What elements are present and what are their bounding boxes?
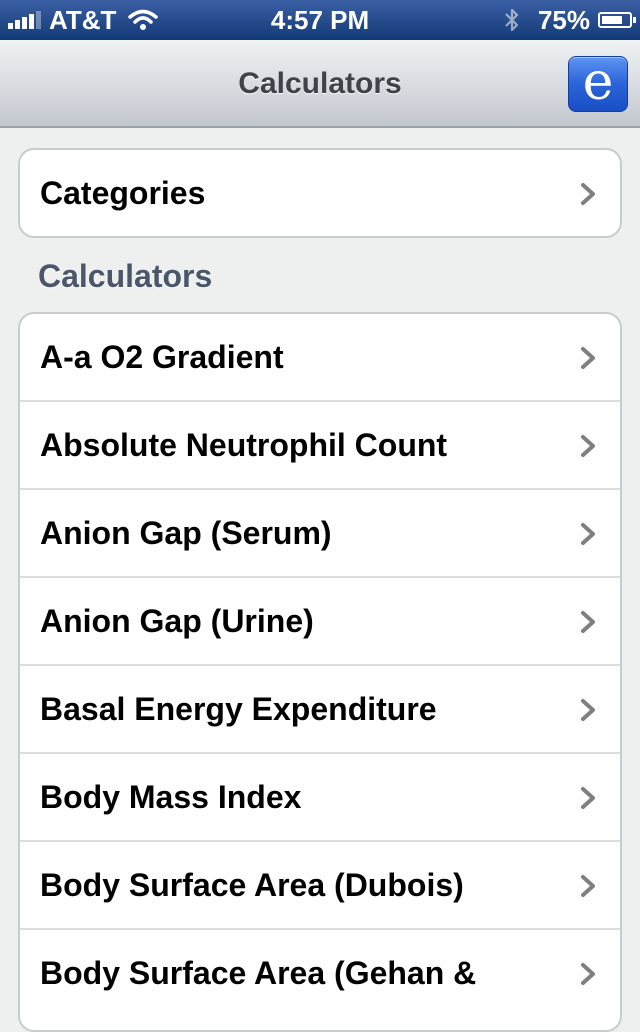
list-item-label: Anion Gap (Serum) bbox=[40, 515, 332, 551]
categories-group: Categories bbox=[18, 148, 622, 238]
e-app-button[interactable]: e bbox=[568, 56, 628, 112]
list-item-label: Body Surface Area (Gehan & bbox=[40, 955, 477, 991]
chevron-right-icon bbox=[581, 347, 595, 369]
chevron-right-icon bbox=[581, 787, 595, 809]
list-item[interactable]: Absolute Neutrophil Count bbox=[20, 402, 620, 490]
status-bar: AT&T 4:57 PM 75% bbox=[0, 0, 640, 40]
list-item-label: Basal Energy Expenditure bbox=[40, 691, 437, 727]
bluetooth-icon bbox=[505, 8, 519, 32]
categories-label: Categories bbox=[40, 175, 206, 211]
status-right-group: 75% bbox=[504, 4, 636, 36]
chevron-right-icon bbox=[581, 183, 595, 205]
list-item[interactable]: Body Mass Index bbox=[20, 754, 620, 842]
list-item[interactable]: A-a O2 Gradient bbox=[20, 314, 620, 402]
section-header-calculators: Calculators bbox=[38, 258, 213, 294]
chevron-right-icon bbox=[581, 523, 595, 545]
chevron-right-icon bbox=[581, 875, 595, 897]
chevron-right-icon bbox=[581, 611, 595, 633]
chevron-right-icon bbox=[581, 699, 595, 721]
list-item-label: Body Surface Area (Dubois) bbox=[40, 867, 464, 903]
list-item-label: Absolute Neutrophil Count bbox=[40, 427, 448, 463]
list-item[interactable]: Basal Energy Expenditure bbox=[20, 666, 620, 754]
list-item-label: A-a O2 Gradient bbox=[40, 339, 284, 375]
battery-icon bbox=[598, 12, 636, 28]
categories-row[interactable]: Categories bbox=[20, 150, 620, 236]
navigation-bar: Calculators e bbox=[0, 40, 640, 128]
list-item-label: Body Mass Index bbox=[40, 779, 302, 815]
list-item[interactable]: Body Surface Area (Gehan & bbox=[20, 930, 620, 1018]
calculators-list: A-a O2 Gradient Absolute Neutrophil Coun… bbox=[18, 312, 622, 1032]
chevron-right-icon bbox=[581, 963, 595, 985]
page-title: Calculators bbox=[238, 67, 402, 100]
list-item[interactable]: Body Surface Area (Dubois) bbox=[20, 842, 620, 930]
battery-percentage: 75% bbox=[537, 4, 590, 35]
chevron-right-icon bbox=[581, 435, 595, 457]
list-item[interactable]: Anion Gap (Urine) bbox=[20, 578, 620, 666]
list-item-label: Anion Gap (Urine) bbox=[40, 603, 314, 639]
list-item[interactable]: Anion Gap (Serum) bbox=[20, 490, 620, 578]
